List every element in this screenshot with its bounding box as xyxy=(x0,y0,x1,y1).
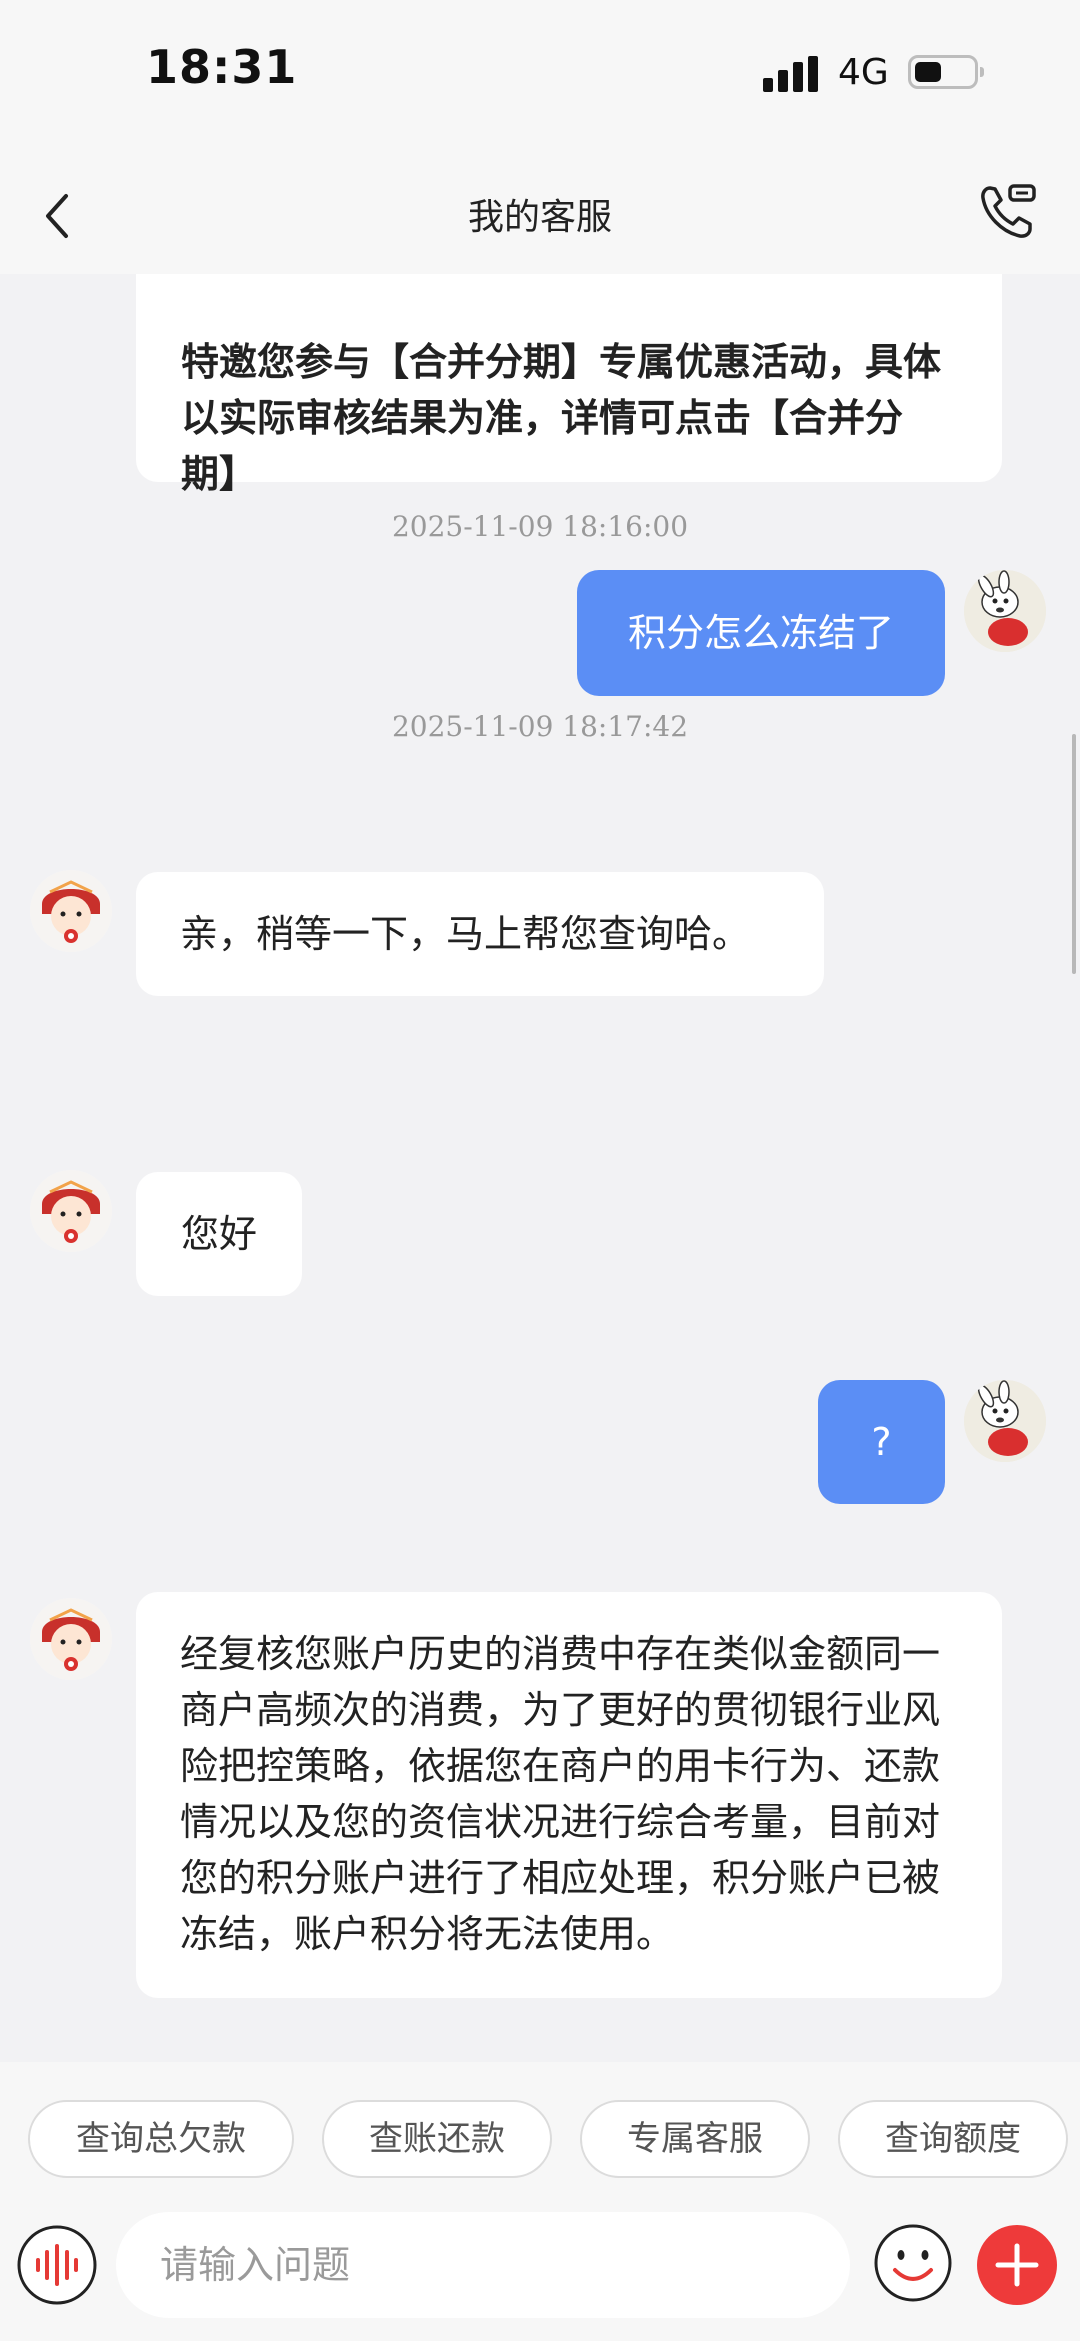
network-type: 4G xyxy=(838,52,889,93)
chat-area[interactable]: 特邀您参与【合并分期】专属优惠活动，具体以实际审核结果为准，详情可点击【合并分期… xyxy=(0,274,1080,2062)
timestamp: 2025-11-09 18:16:00 xyxy=(391,510,689,543)
agent-avatar[interactable] xyxy=(30,870,112,952)
agent-message: 您好 xyxy=(136,1172,302,1296)
question-input[interactable] xyxy=(116,2212,850,2318)
plus-icon[interactable] xyxy=(976,2224,1058,2306)
promo-text[interactable]: 特邀您参与【合并分期】专属优惠活动，具体以实际审核结果为准，详情可点击【合并分期… xyxy=(181,340,941,496)
quick-reply-bill-repay[interactable]: 查账还款 xyxy=(322,2100,552,2178)
scrollbar[interactable] xyxy=(1072,734,1076,974)
agent-message: 亲，稍等一下，马上帮您查询哈。 xyxy=(136,872,824,996)
agent-avatar[interactable] xyxy=(30,1598,112,1680)
input-bar xyxy=(0,2212,1080,2341)
emoji-icon[interactable] xyxy=(872,2222,954,2304)
quick-reply-credit-limit[interactable]: 查询额度 xyxy=(838,2100,1068,2178)
user-avatar[interactable] xyxy=(964,1380,1046,1462)
signal-icon xyxy=(763,56,821,92)
agent-message: 经复核您账户历史的消费中存在类似金额同一商户高频次的消费，为了更好的贯彻银行业风… xyxy=(136,1592,1002,1998)
battery-icon xyxy=(908,55,984,89)
user-avatar[interactable] xyxy=(964,570,1046,652)
status-time: 18:31 xyxy=(146,40,298,94)
nav-header: 我的客服 xyxy=(0,150,1080,274)
voice-icon[interactable] xyxy=(16,2224,98,2306)
agent-avatar[interactable] xyxy=(30,1170,112,1252)
phone-service-icon[interactable] xyxy=(976,180,1040,244)
user-message: 积分怎么冻结了 xyxy=(577,570,945,696)
promo-message[interactable]: 特邀您参与【合并分期】专属优惠活动，具体以实际审核结果为准，详情可点击【合并分期… xyxy=(136,274,1002,496)
quick-reply-total-debt[interactable]: 查询总欠款 xyxy=(28,2100,294,2178)
user-message: ? xyxy=(818,1380,945,1504)
timestamp: 2025-11-09 18:17:42 xyxy=(391,710,689,743)
page-title: 我的客服 xyxy=(467,197,612,238)
quick-reply-bar: 查询总欠款 查账还款 专属客服 查询额度 xyxy=(0,2062,1080,2212)
quick-reply-exclusive-service[interactable]: 专属客服 xyxy=(580,2100,810,2178)
status-bar: 18:31 4G xyxy=(0,0,1080,150)
